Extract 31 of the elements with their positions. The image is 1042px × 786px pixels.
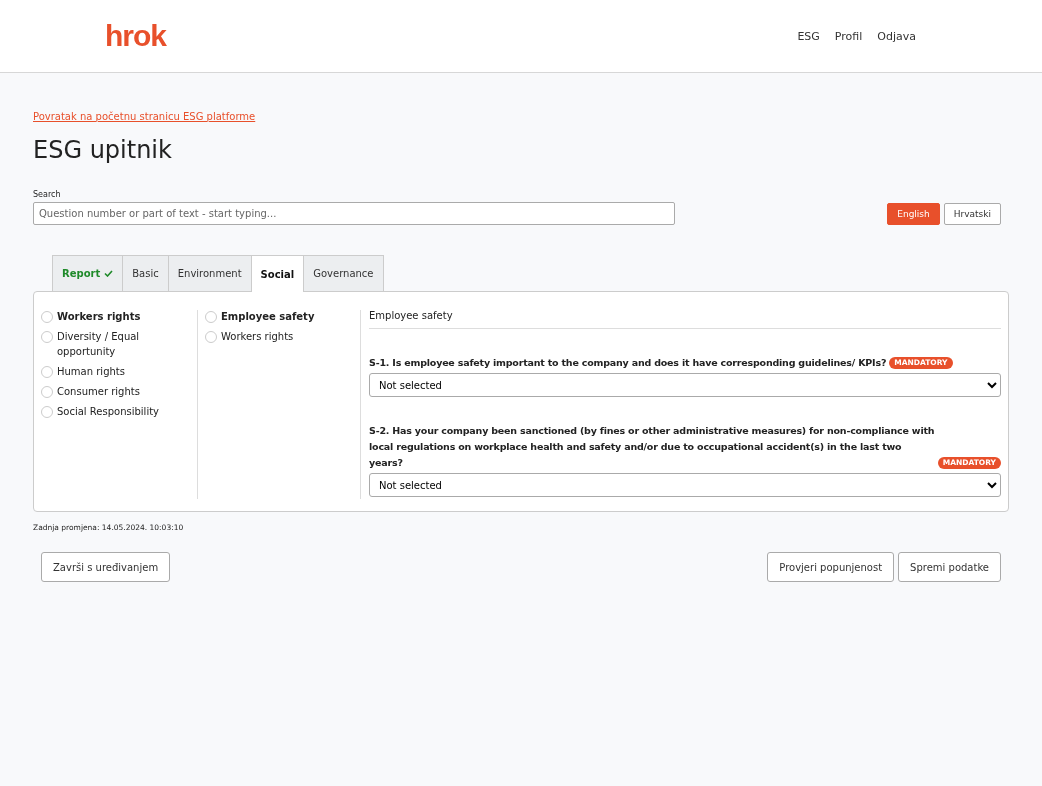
nav-link[interactable]: Profil	[834, 29, 863, 43]
nav-link[interactable]: ESG	[797, 29, 820, 43]
subcategory-item[interactable]: Employee safety	[221, 309, 315, 324]
question-text: S-2. Has your company been sanctioned (by fines or other administrative measures) for non-compliance with local regulations on workplace health and safety and/or due to occupational accident(s) in the last two years?	[369, 424, 935, 470]
finish-editing-button[interactable]: Završi s uređivanjem	[41, 552, 171, 582]
category-item[interactable]: Workers rights	[57, 309, 141, 324]
tab[interactable]: Basic	[122, 255, 169, 291]
category-item[interactable]: Human rights	[57, 364, 125, 379]
tab[interactable]: Environment	[167, 255, 252, 291]
tab[interactable]: Report	[52, 255, 124, 291]
logo[interactable]: hrok	[105, 19, 166, 53]
search-label: Search	[33, 190, 62, 199]
category-item[interactable]: Social Responsibility	[57, 404, 159, 419]
section-title: Employee safety	[369, 310, 1001, 329]
action-button[interactable]: Provjeri popunjenost	[767, 552, 895, 582]
back-link[interactable]: Povratak na početnu stranicu ESG platforme	[33, 111, 256, 122]
action-button[interactable]: Spremi podatke	[898, 552, 1001, 582]
tab[interactable]: Governance	[303, 255, 384, 291]
nav-link[interactable]: Odjava	[877, 29, 916, 43]
tab[interactable]: Social	[250, 255, 305, 292]
category-item[interactable]: Consumer rights	[57, 384, 140, 399]
answer-select[interactable]: Not selected	[369, 473, 1001, 497]
answer-select[interactable]: Not selected	[369, 373, 1001, 397]
subcategory-item[interactable]: Workers rights	[221, 329, 294, 344]
page-title: ESG upitnik	[33, 136, 173, 164]
question-text: S-1. Is employee safety important to the company and does it have corresponding guidelines/ KPIs?	[369, 356, 887, 370]
language-button[interactable]: Hrvatski	[943, 203, 1001, 225]
category-item[interactable]: Diversity / Equal opportunity	[57, 329, 197, 359]
language-button[interactable]: English	[887, 203, 940, 225]
check-icon	[104, 270, 114, 277]
search-field[interactable]: Question number or part of text - start typing...	[33, 202, 675, 225]
